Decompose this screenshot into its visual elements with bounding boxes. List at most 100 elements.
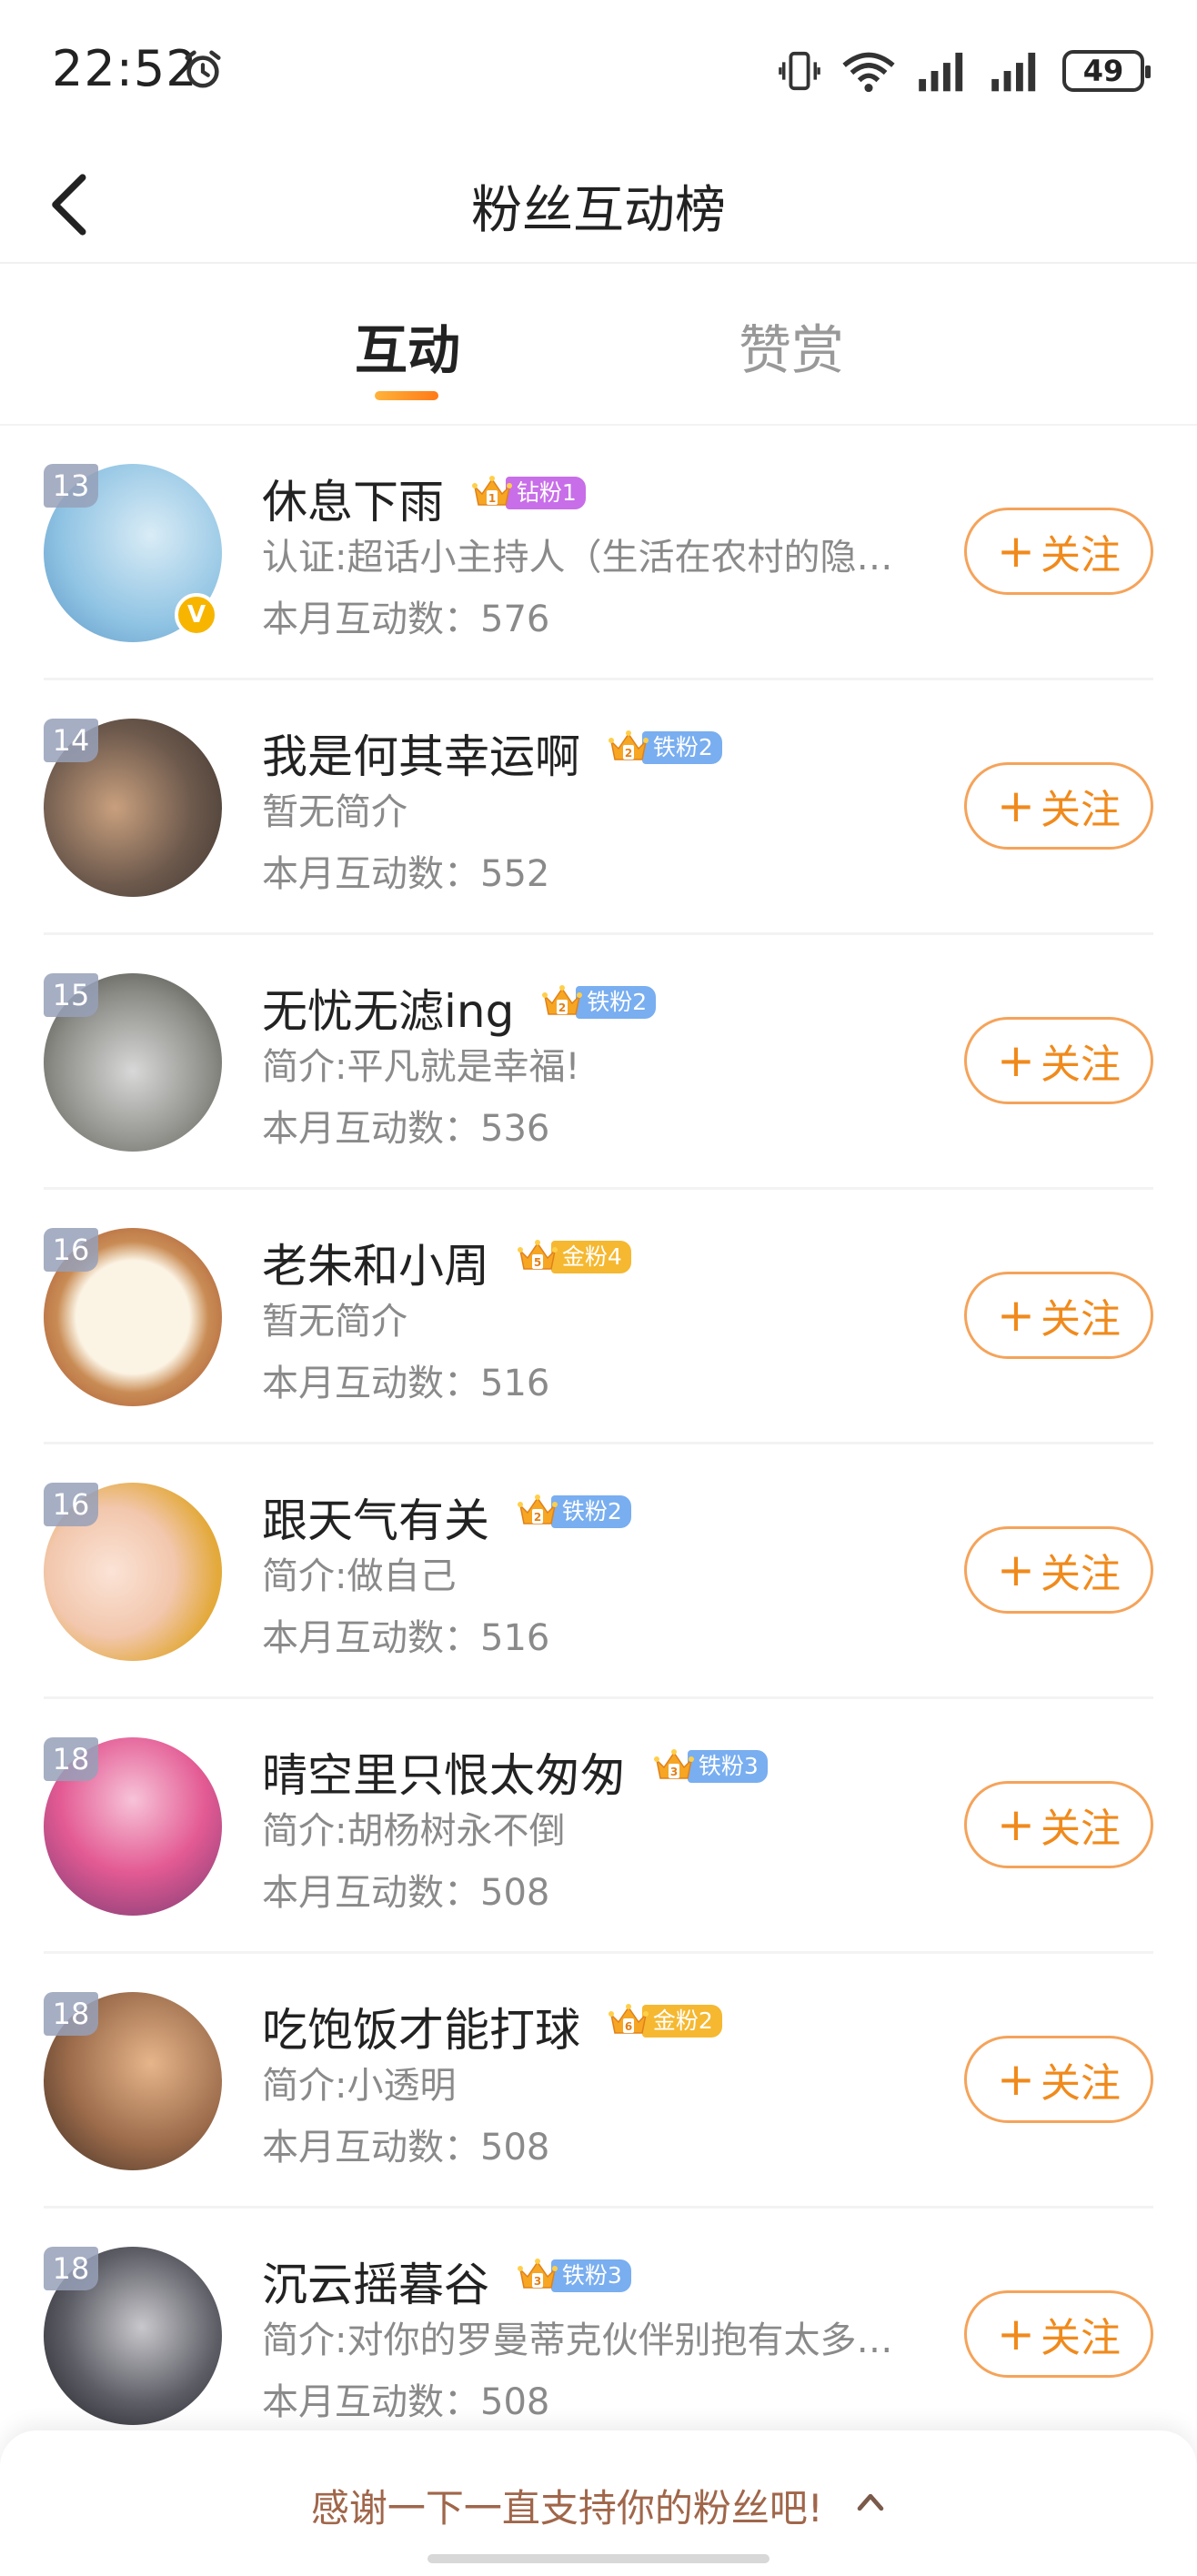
fan-badge-label: 金粉2 — [641, 2005, 722, 2038]
list-item[interactable]: 15 无忧无滤ing 2 铁粉2 简介:平凡就是幸福! 本月互动数：536 + … — [0, 935, 1197, 1190]
fan-badge-label: 铁粉3 — [687, 1750, 768, 1783]
list-item[interactable]: 18 吃饱饭才能打球 6 金粉2 简介:小透明 本月互动数：508 + 关注 — [0, 1954, 1197, 2209]
user-bio: 简介:胡杨树永不倒 — [262, 1810, 566, 1852]
plus-icon: + — [997, 1544, 1035, 1596]
rank-badge: 14 — [44, 719, 98, 762]
rank-badge: 16 — [44, 1228, 98, 1272]
page: 22:52 49 粉丝互动榜 互动 赞赏 13 休息下雨 1 钻粉1 认证:超话… — [0, 0, 1197, 2576]
rank-badge: 18 — [44, 1737, 98, 1781]
interaction-count: 本月互动数：508 — [262, 2381, 550, 2423]
plus-icon: + — [997, 1798, 1035, 1851]
plus-icon: + — [997, 1289, 1035, 1342]
svg-text:2: 2 — [558, 1001, 566, 1014]
interaction-count: 本月互动数：516 — [262, 1363, 550, 1404]
svg-text:2: 2 — [625, 747, 632, 760]
follow-button[interactable]: + 关注 — [964, 762, 1153, 850]
follow-label: 关注 — [1040, 1041, 1121, 1088]
fan-badge: 2 铁粉2 — [517, 1493, 631, 1531]
user-name-text: 老朱和小周 — [262, 1240, 489, 1293]
list-item[interactable]: 16 老朱和小周 5 金粉4 暂无简介 本月互动数：516 + 关注 — [0, 1190, 1197, 1444]
crown-icon: 2 — [517, 1494, 558, 1524]
user-bio: 暂无简介 — [262, 1301, 407, 1343]
user-bio: 简介:平凡就是幸福! — [262, 1046, 580, 1088]
follow-button[interactable]: + 关注 — [964, 2036, 1153, 2123]
plus-icon: + — [997, 525, 1035, 578]
user-bio: 认证:超话小主持人（生活在农村的隐… — [262, 537, 893, 579]
fan-badge: 3 铁粉3 — [517, 2257, 631, 2295]
crown-icon: 1 — [471, 476, 512, 506]
user-name-text: 吃饱饭才能打球 — [262, 2004, 580, 2057]
list-item[interactable]: 18 晴空里只恨太匆匆 3 铁粉3 简介:胡杨树永不倒 本月互动数：508 + … — [0, 1699, 1197, 1954]
user-name-text: 我是何其幸运啊 — [262, 730, 580, 783]
plus-icon: + — [997, 780, 1035, 832]
status-bar: 22:52 49 — [0, 0, 1197, 146]
status-icons: 49 — [779, 45, 1151, 96]
user-name-text: 休息下雨 — [262, 476, 444, 528]
follow-button[interactable]: + 关注 — [964, 1017, 1153, 1104]
user-name-text: 沉云摇暮谷 — [262, 2259, 489, 2311]
thank-fans-label: 感谢一下一直支持你的粉丝吧! — [310, 2486, 823, 2531]
user-name: 吃饱饭才能打球 6 金粉2 — [262, 1994, 722, 2059]
tab-reward[interactable]: 赞赏 — [739, 307, 844, 384]
page-title: 粉丝互动榜 — [471, 181, 726, 240]
user-name: 无忧无滤ing 2 铁粉2 — [262, 975, 657, 1041]
user-name: 休息下雨 1 钻粉1 — [262, 466, 586, 531]
verified-icon: V — [175, 593, 218, 637]
list-item[interactable]: 13 休息下雨 1 钻粉1 认证:超话小主持人（生活在农村的隐… 本月互动数：5… — [0, 426, 1197, 680]
fan-badge-label: 钻粉1 — [505, 477, 586, 509]
list-item[interactable]: 18 沉云摇暮谷 3 铁粉3 简介:对你的罗曼蒂克伙伴别抱有太多… 本月互动数：… — [0, 2209, 1197, 2463]
fan-badge-label: 铁粉2 — [641, 731, 722, 764]
crown-icon: 5 — [517, 1240, 558, 1270]
header: 粉丝互动榜 — [0, 146, 1197, 264]
follow-button[interactable]: + 关注 — [964, 508, 1153, 595]
user-name: 跟天气有关 2 铁粉2 — [262, 1484, 631, 1550]
wifi-icon — [842, 52, 895, 93]
signal-icon-1 — [919, 52, 963, 92]
signal-icon-2 — [991, 52, 1036, 92]
follow-button[interactable]: + 关注 — [964, 1526, 1153, 1614]
plus-icon: + — [997, 2053, 1035, 2106]
follow-label: 关注 — [1040, 532, 1121, 579]
interaction-count: 本月互动数：552 — [262, 853, 550, 895]
status-time: 22:52 — [52, 40, 198, 97]
follow-label: 关注 — [1040, 787, 1121, 833]
crown-icon: 2 — [542, 985, 583, 1015]
alarm-icon — [185, 50, 221, 88]
follow-button[interactable]: + 关注 — [964, 1781, 1153, 1868]
fan-badge-label: 铁粉2 — [550, 1495, 631, 1528]
svg-text:3: 3 — [670, 1766, 678, 1778]
crown-icon: 3 — [653, 1749, 694, 1779]
rank-badge: 16 — [44, 1483, 98, 1526]
user-name-text: 无忧无滤ing — [262, 985, 515, 1038]
user-name: 老朱和小周 5 金粉4 — [262, 1230, 631, 1295]
follow-label: 关注 — [1040, 2060, 1121, 2107]
list-item[interactable]: 16 跟天气有关 2 铁粉2 简介:做自己 本月互动数：516 + 关注 — [0, 1444, 1197, 1699]
battery-level: 49 — [1082, 54, 1124, 88]
tab-interact[interactable]: 互动 — [355, 307, 460, 384]
home-indicator — [428, 2554, 770, 2563]
list-item[interactable]: 14 我是何其幸运啊 2 铁粉2 暂无简介 本月互动数：552 + 关注 — [0, 680, 1197, 935]
interaction-count: 本月互动数：508 — [262, 2127, 550, 2168]
user-name-text: 晴空里只恨太匆匆 — [262, 1749, 626, 1802]
follow-button[interactable]: + 关注 — [964, 2290, 1153, 2378]
fan-badge: 6 金粉2 — [608, 2002, 722, 2040]
rank-badge: 18 — [44, 2247, 98, 2290]
rank-badge: 18 — [44, 1992, 98, 2036]
follow-label: 关注 — [1040, 1806, 1121, 1852]
user-name-text: 跟天气有关 — [262, 1494, 489, 1547]
crown-icon: 3 — [517, 2259, 558, 2289]
fan-badge: 2 铁粉2 — [541, 983, 657, 1021]
bottom-bar[interactable]: 感谢一下一直支持你的粉丝吧! — [0, 2430, 1197, 2576]
fan-badge-label: 铁粉3 — [550, 2259, 631, 2292]
battery-icon: 49 — [1062, 50, 1151, 92]
rank-badge: 15 — [44, 973, 98, 1017]
user-bio: 暂无简介 — [262, 791, 407, 833]
svg-text:5: 5 — [534, 1256, 541, 1269]
follow-label: 关注 — [1040, 1296, 1121, 1343]
fan-badge-label: 金粉4 — [550, 1241, 631, 1273]
user-bio: 简介:小透明 — [262, 2065, 457, 2107]
fan-badge: 2 铁粉2 — [608, 729, 722, 767]
plus-icon: + — [997, 2308, 1035, 2360]
follow-button[interactable]: + 关注 — [964, 1272, 1153, 1359]
vibrate-icon — [779, 51, 820, 91]
